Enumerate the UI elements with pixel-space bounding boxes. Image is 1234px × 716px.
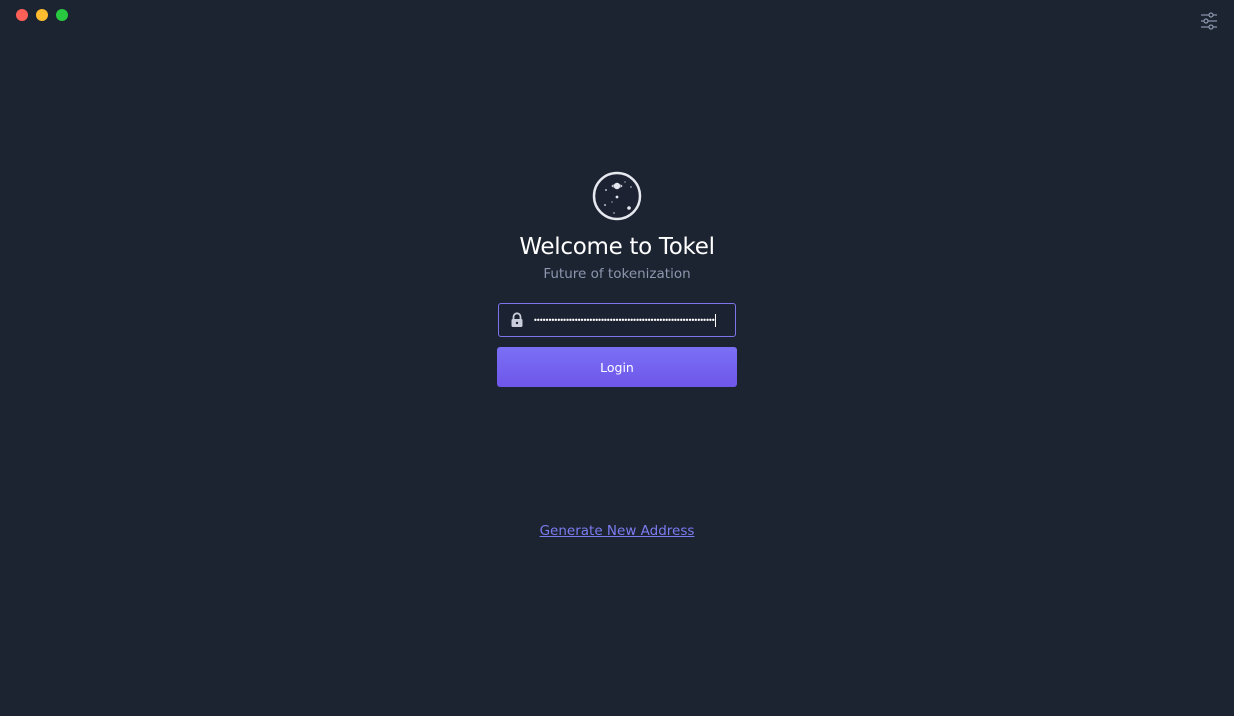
close-window-button[interactable]: [16, 9, 28, 21]
text-caret: [714, 313, 717, 327]
app-window: Welcome to Tokel Future of tokenization …: [0, 0, 1234, 716]
password-masked-value: ••••••••••••••••••••••••••••••••••••••••…: [533, 315, 716, 325]
window-controls: [16, 9, 68, 21]
lock-icon: [511, 312, 523, 327]
minimize-window-button[interactable]: [36, 9, 48, 21]
generate-address-container: Generate New Address: [0, 520, 1234, 539]
login-button[interactable]: Login: [497, 347, 737, 387]
page-title: Welcome to Tokel: [519, 234, 715, 260]
password-field[interactable]: ••••••••••••••••••••••••••••••••••••••••…: [498, 303, 736, 337]
maximize-window-button[interactable]: [56, 9, 68, 21]
page-subtitle: Future of tokenization: [543, 266, 691, 282]
password-input[interactable]: ••••••••••••••••••••••••••••••••••••••••…: [533, 304, 731, 336]
login-panel: Welcome to Tokel Future of tokenization …: [0, 171, 1234, 387]
generate-new-address-link[interactable]: Generate New Address: [540, 523, 695, 539]
settings-button[interactable]: [1200, 11, 1218, 31]
sliders-icon: [1201, 12, 1217, 30]
tokel-logo-icon: [592, 171, 642, 221]
